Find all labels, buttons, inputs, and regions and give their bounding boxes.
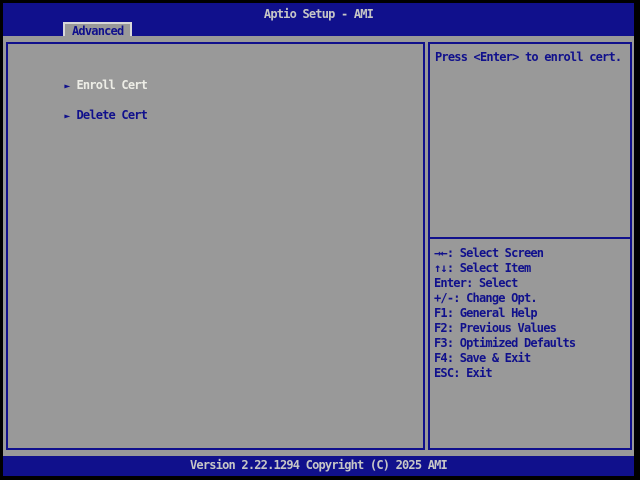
menu-item-enroll-cert[interactable]: ► Enroll Cert: [13, 64, 419, 92]
content-area: ► Enroll Cert ► Delete Cert Press <Enter> …: [3, 36, 634, 456]
submenu-arrow-icon: ►: [64, 81, 71, 92]
item-help-text: Press <Enter> to enroll cert.: [435, 50, 622, 64]
key-hint-select-item: ↑↓: Select Item: [434, 261, 531, 275]
submenu-arrow-icon: ►: [64, 111, 71, 122]
key-hint-enter-select: Enter: Select: [434, 276, 518, 290]
menu-item-label: Delete Cert: [76, 108, 148, 122]
help-pane: Press <Enter> to enroll cert. →←: Select…: [428, 42, 632, 450]
key-hint-f4-save-exit: F4: Save & Exit: [434, 351, 531, 365]
key-hint-f3-optimized-defaults: F3: Optimized Defaults: [434, 336, 576, 350]
menu-pane: ► Enroll Cert ► Delete Cert: [6, 42, 425, 450]
help-pane-divider: [430, 237, 630, 239]
key-hint-f2-previous-values: F2: Previous Values: [434, 321, 557, 335]
header-bar: Aptio Setup - AMI Advanced: [3, 3, 634, 39]
menu-item-label: Enroll Cert: [76, 78, 148, 92]
footer-bar: Version 2.22.1294 Copyright (C) 2025 AMI: [3, 456, 634, 476]
version-text: Version 2.22.1294 Copyright (C) 2025 AMI: [190, 458, 448, 472]
key-hint-change-opt: +/-: Change Opt.: [434, 291, 538, 305]
menu-item-delete-cert[interactable]: ► Delete Cert: [13, 94, 419, 122]
key-hint-esc-exit: ESC: Exit: [434, 366, 493, 380]
page-title: Aptio Setup - AMI: [263, 7, 374, 21]
bios-setup-screen: Aptio Setup - AMI Advanced ► Enroll Cert …: [0, 0, 640, 480]
key-hint-select-screen: →←: Select Screen: [434, 246, 544, 260]
key-legend: →←: Select Screen ↑↓: Select Item Enter:…: [434, 246, 628, 381]
key-hint-f1-general-help: F1: General Help: [434, 306, 538, 320]
